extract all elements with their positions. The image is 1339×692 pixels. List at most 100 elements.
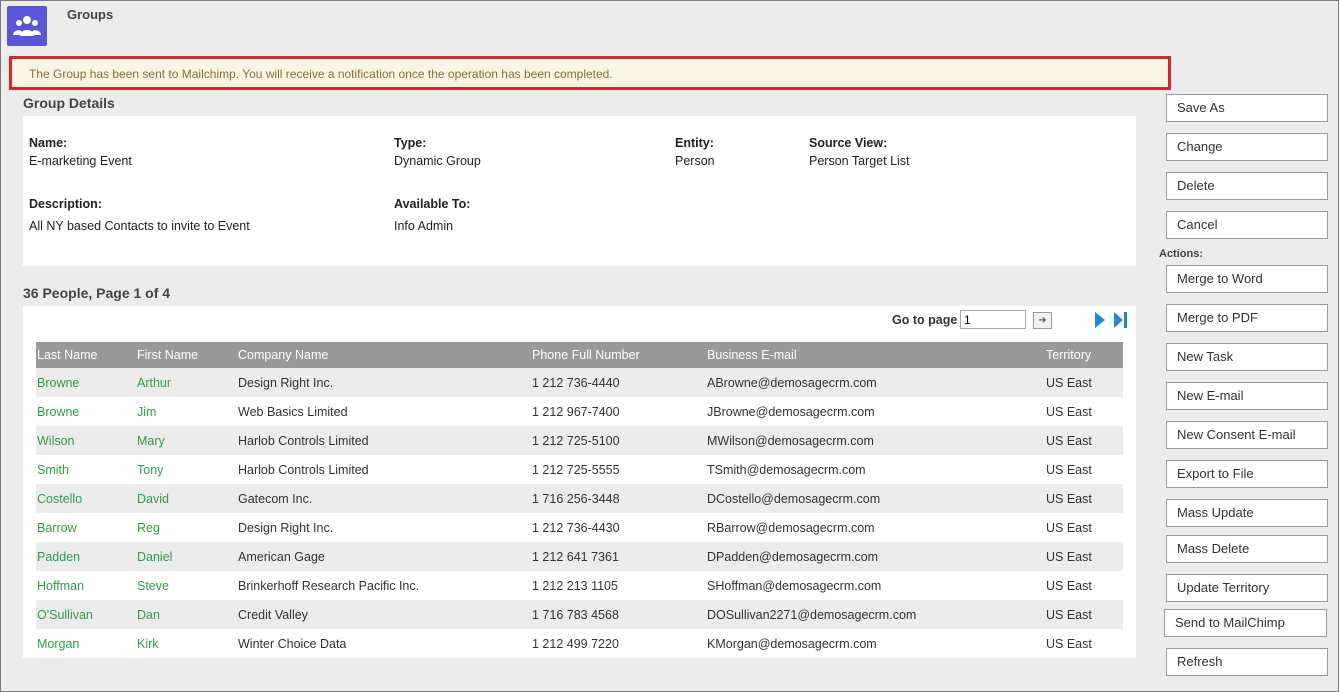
email-cell: ABrowne@demosagecrm.com	[706, 368, 1045, 397]
first-name-link[interactable]: Arthur	[136, 368, 237, 397]
email-cell: KMorgan@demosagecrm.com	[707, 636, 877, 651]
table-row: Costello David Gatecom Inc. 1 716 256-34…	[36, 484, 1123, 513]
territory-cell: US East	[1045, 368, 1123, 397]
last-name-link[interactable]: Costello	[36, 484, 136, 513]
email-cell: MWilson@demosagecrm.com	[706, 426, 1045, 455]
group-details-title: Group Details	[23, 95, 115, 111]
email-cell: DOSullivan2271@demosagecrm.com	[706, 600, 1045, 629]
last-name-link[interactable]: Wilson	[36, 426, 136, 455]
page-title: Groups	[67, 7, 114, 22]
first-name-link[interactable]: Daniel	[136, 542, 237, 571]
first-name-link[interactable]: Mary	[136, 426, 237, 455]
save-as-button[interactable]: Save As	[1166, 94, 1328, 122]
first-name-link[interactable]: Reg	[136, 513, 237, 542]
phone-cell: 1 212 967-7400	[532, 404, 620, 419]
territory-cell: US East	[1046, 462, 1092, 477]
first-name-link[interactable]: Dan	[136, 600, 237, 629]
source-view-label: Source View:	[809, 136, 888, 150]
territory-cell: US East	[1045, 426, 1123, 455]
first-name-link[interactable]: Tony	[136, 455, 237, 484]
last-page-icon[interactable]	[1113, 311, 1129, 329]
company-cell: Brinkerhoff Research Pacific Inc.	[238, 578, 420, 593]
delete-button[interactable]: Delete	[1166, 172, 1328, 200]
table-row: Smith Tony Harlob Controls Limited 1 212…	[36, 455, 1123, 484]
people-list-panel: Go to page ➜ Last Name First Name Compan…	[23, 306, 1136, 658]
email-cell: TSmith@demosagecrm.com	[707, 462, 866, 477]
company-cell: Design Right Inc.	[237, 368, 531, 397]
email-cell: JBrowne@demosagecrm.com	[707, 404, 875, 419]
mass-delete-button[interactable]: Mass Delete	[1166, 535, 1328, 563]
send-to-mailchimp-button[interactable]: Send to MailChimp	[1164, 609, 1327, 637]
email-cell: DCostello@demosagecrm.com	[706, 484, 1045, 513]
mass-update-button[interactable]: Mass Update	[1166, 499, 1328, 527]
export-to-file-button[interactable]: Export to File	[1166, 460, 1328, 488]
table-row: Morgan Kirk Winter Choice Data 1 212 499…	[36, 629, 1123, 658]
phone-cell: 1 212 641 7361	[531, 542, 706, 571]
go-to-page-input[interactable]	[960, 310, 1026, 329]
first-name-link[interactable]: Steve	[136, 571, 237, 600]
email-cell: RBarrow@demosagecrm.com	[707, 520, 875, 535]
column-header-first-name[interactable]: First Name	[136, 342, 237, 368]
last-name-link[interactable]: Browne	[36, 368, 136, 397]
company-cell: Harlob Controls Limited	[237, 426, 531, 455]
email-cell: DPadden@demosagecrm.com	[706, 542, 1045, 571]
entity-value: Person	[675, 154, 715, 168]
column-header-email[interactable]: Business E-mail	[706, 342, 1045, 368]
table-row: O'Sullivan Dan Credit Valley 1 716 783 4…	[36, 600, 1123, 629]
company-cell: Gatecom Inc.	[237, 484, 531, 513]
first-name-link[interactable]: Jim	[136, 397, 237, 426]
table-row: Barrow Reg Design Right Inc. 1 212 736-4…	[36, 513, 1123, 542]
new-email-button[interactable]: New E-mail	[1166, 382, 1328, 410]
company-cell: Credit Valley	[237, 600, 531, 629]
column-header-territory[interactable]: Territory	[1045, 342, 1123, 368]
description-value: All NY based Contacts to invite to Event	[29, 219, 250, 233]
description-label: Description:	[29, 197, 102, 211]
phone-cell: 1 212 499 7220	[532, 636, 619, 651]
last-name-link[interactable]: O'Sullivan	[36, 600, 136, 629]
last-name-link[interactable]: Barrow	[36, 513, 136, 542]
go-to-page-label: Go to page	[892, 313, 958, 327]
cancel-button[interactable]: Cancel	[1166, 211, 1328, 239]
merge-to-word-button[interactable]: Merge to Word	[1166, 265, 1328, 293]
territory-cell: US East	[1046, 520, 1092, 535]
first-name-link[interactable]: David	[136, 484, 237, 513]
company-cell: Design Right Inc.	[238, 520, 334, 535]
merge-to-pdf-button[interactable]: Merge to PDF	[1166, 304, 1328, 332]
last-name-link[interactable]: Smith	[36, 455, 136, 484]
territory-cell: US East	[1046, 636, 1092, 651]
notification-banner: The Group has been sent to Mailchimp. Yo…	[9, 56, 1171, 90]
refresh-button[interactable]: Refresh	[1166, 648, 1328, 676]
change-button[interactable]: Change	[1166, 133, 1328, 161]
source-view-value: Person Target List	[809, 154, 910, 168]
last-name-link[interactable]: Browne	[36, 397, 136, 426]
column-header-company-name[interactable]: Company Name	[237, 342, 531, 368]
territory-cell: US East	[1046, 404, 1092, 419]
first-name-link[interactable]: Kirk	[136, 629, 237, 658]
phone-cell: 1 212 736-4440	[531, 368, 706, 397]
last-name-link[interactable]: Padden	[36, 542, 136, 571]
territory-cell: US East	[1045, 600, 1123, 629]
go-to-page-button[interactable]: ➜	[1033, 312, 1052, 329]
actions-label: Actions:	[1159, 248, 1203, 260]
app-window: Groups The Group has been sent to Mailch…	[0, 0, 1339, 692]
new-consent-email-button[interactable]: New Consent E-mail	[1166, 421, 1328, 449]
company-cell: Web Basics Limited	[238, 404, 348, 419]
phone-cell: 1 212 213 1105	[532, 578, 618, 593]
last-name-link[interactable]: Hoffman	[36, 571, 136, 600]
column-header-last-name[interactable]: Last Name	[36, 342, 136, 368]
table-row: Browne Jim Web Basics Limited 1 212 967-…	[36, 397, 1123, 426]
column-header-phone[interactable]: Phone Full Number	[531, 342, 706, 368]
name-label: Name:	[29, 136, 68, 150]
people-table: Last Name First Name Company Name Phone …	[36, 342, 1123, 658]
table-row: Padden Daniel American Gage 1 212 641 73…	[36, 542, 1123, 571]
entity-label: Entity:	[675, 136, 714, 150]
table-row: Wilson Mary Harlob Controls Limited 1 21…	[36, 426, 1123, 455]
phone-cell: 1 212 725-5100	[531, 426, 706, 455]
new-task-button[interactable]: New Task	[1166, 343, 1328, 371]
table-header-row: Last Name First Name Company Name Phone …	[36, 342, 1123, 368]
update-territory-button[interactable]: Update Territory	[1166, 574, 1328, 602]
last-name-link[interactable]: Morgan	[36, 629, 136, 658]
next-page-icon[interactable]	[1093, 311, 1107, 329]
territory-cell: US East	[1045, 542, 1123, 571]
phone-cell: 1 212 725-5555	[532, 462, 620, 477]
